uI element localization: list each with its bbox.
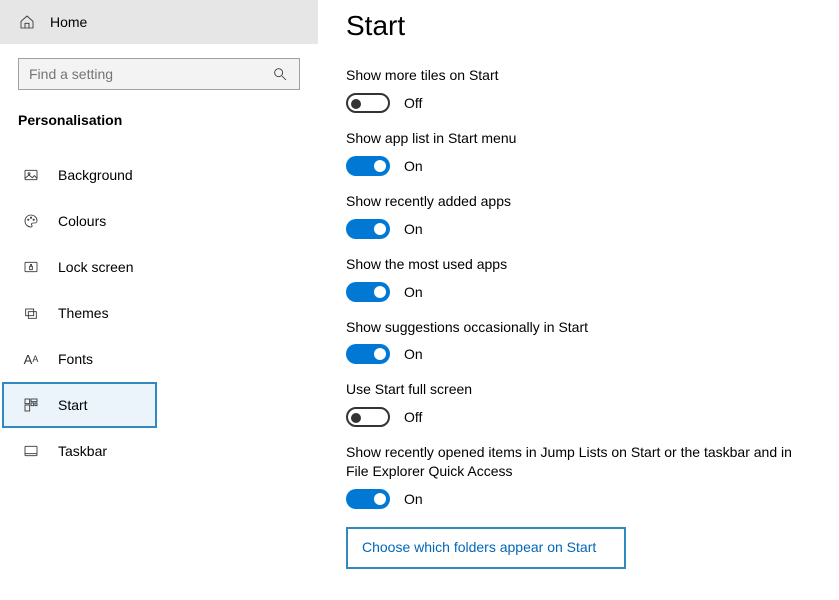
palette-icon: [22, 212, 40, 230]
toggle-state-text: On: [404, 491, 423, 507]
setting-most-used: Show the most used apps On: [346, 255, 809, 302]
toggle-state-text: On: [404, 158, 423, 174]
picture-icon: [22, 166, 40, 184]
toggle-state-text: Off: [404, 95, 422, 111]
sidebar-item-colours[interactable]: Colours: [2, 198, 157, 244]
search-icon: [271, 65, 289, 83]
setting-label: Show the most used apps: [346, 255, 809, 274]
sidebar-topbar: Home: [0, 0, 318, 44]
setting-suggestions: Show suggestions occasionally in Start O…: [346, 318, 809, 365]
setting-show-app-list: Show app list in Start menu On: [346, 129, 809, 176]
toggle-jump-lists[interactable]: [346, 489, 390, 509]
category-title: Personalisation: [0, 90, 318, 138]
setting-show-more-tiles: Show more tiles on Start Off: [346, 66, 809, 113]
sidebar-item-label: Colours: [58, 213, 106, 229]
page-title: Start: [346, 10, 809, 42]
search-input[interactable]: [29, 66, 250, 82]
fonts-icon: AA: [22, 350, 40, 368]
sidebar-item-label: Start: [58, 397, 88, 413]
setting-label: Show recently opened items in Jump Lists…: [346, 443, 809, 481]
main-panel: Start Show more tiles on Start Off Show …: [318, 0, 839, 600]
toggle-suggestions[interactable]: [346, 344, 390, 364]
toggle-show-app-list[interactable]: [346, 156, 390, 176]
home-label[interactable]: Home: [50, 14, 87, 30]
taskbar-icon: [22, 442, 40, 460]
toggle-state-text: On: [404, 284, 423, 300]
setting-label: Show suggestions occasionally in Start: [346, 318, 809, 337]
sidebar-item-themes[interactable]: Themes: [2, 290, 157, 336]
setting-label: Show app list in Start menu: [346, 129, 809, 148]
toggle-state-text: On: [404, 346, 423, 362]
choose-folders-link[interactable]: Choose which folders appear on Start: [362, 539, 596, 555]
sidebar-item-label: Lock screen: [58, 259, 133, 275]
setting-label: Use Start full screen: [346, 380, 809, 399]
setting-jump-lists: Show recently opened items in Jump Lists…: [346, 443, 809, 509]
setting-recently-added: Show recently added apps On: [346, 192, 809, 239]
search-wrap: [0, 44, 318, 90]
toggle-recently-added[interactable]: [346, 219, 390, 239]
toggle-state-text: Off: [404, 409, 422, 425]
toggle-most-used[interactable]: [346, 282, 390, 302]
toggle-show-more-tiles[interactable]: [346, 93, 390, 113]
setting-full-screen: Use Start full screen Off: [346, 380, 809, 427]
lock-screen-icon: [22, 258, 40, 276]
sidebar-item-taskbar[interactable]: Taskbar: [2, 428, 157, 474]
nav-list: Background Colours Lock screen Themes: [0, 138, 318, 474]
home-icon[interactable]: [18, 13, 36, 31]
themes-icon: [22, 304, 40, 322]
sidebar-item-start[interactable]: Start: [2, 382, 157, 428]
sidebar-item-label: Fonts: [58, 351, 93, 367]
sidebar: Home Personalisation Background: [0, 0, 318, 600]
sidebar-item-background[interactable]: Background: [2, 152, 157, 198]
toggle-state-text: On: [404, 221, 423, 237]
start-icon: [22, 396, 40, 414]
search-box[interactable]: [18, 58, 300, 90]
sidebar-item-lock-screen[interactable]: Lock screen: [2, 244, 157, 290]
sidebar-item-label: Taskbar: [58, 443, 107, 459]
setting-label: Show more tiles on Start: [346, 66, 809, 85]
choose-folders-link-box[interactable]: Choose which folders appear on Start: [346, 527, 626, 569]
sidebar-item-label: Background: [58, 167, 133, 183]
setting-label: Show recently added apps: [346, 192, 809, 211]
toggle-full-screen[interactable]: [346, 407, 390, 427]
sidebar-item-fonts[interactable]: AA Fonts: [2, 336, 157, 382]
sidebar-item-label: Themes: [58, 305, 109, 321]
